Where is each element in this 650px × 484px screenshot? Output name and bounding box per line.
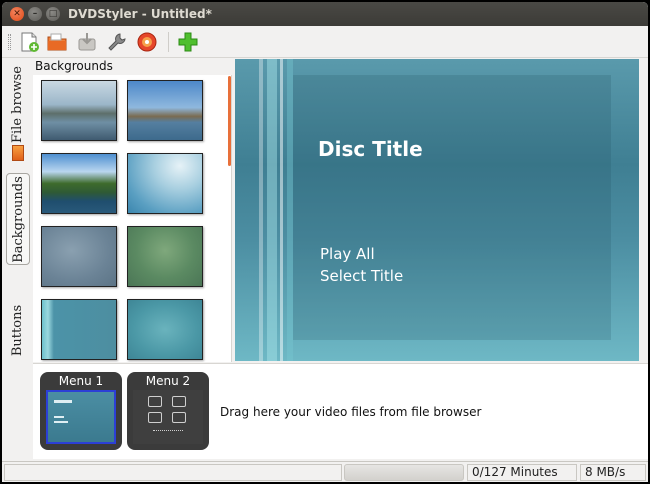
mini-button-mark [148, 412, 162, 423]
background-thumbnail[interactable] [127, 153, 203, 214]
background-thumbnail[interactable] [41, 299, 117, 360]
disc-minutes: 0/127 Minutes [467, 464, 577, 481]
menu-preview-canvas[interactable]: Disc Title Play All Select Title [235, 59, 639, 361]
mini-button-mark [148, 396, 162, 407]
menu-preview-frame [293, 75, 611, 340]
play-all-button[interactable]: Play All [320, 245, 375, 263]
status-message [4, 464, 342, 481]
menu-editor-area: Disc Title Play All Select Title [233, 59, 648, 362]
background-thumbnail[interactable] [41, 226, 117, 287]
disc-usage-progress [344, 464, 464, 481]
wrench-icon [108, 33, 126, 51]
settings-button[interactable] [106, 31, 128, 53]
menu-1-label: Menu 1 [58, 374, 104, 388]
close-window-button[interactable]: ✕ [10, 7, 24, 21]
tab-buttons[interactable]: Buttons [6, 295, 30, 365]
open-folder-icon [47, 33, 67, 51]
background-thumbnail[interactable] [41, 80, 117, 141]
menu-thumbnail-2[interactable]: Menu 2 [127, 372, 209, 450]
background-thumbnail[interactable] [127, 80, 203, 141]
mini-nav-mark [153, 430, 183, 434]
mini-title-mark [54, 400, 72, 403]
mini-item-mark [54, 416, 64, 418]
save-button[interactable] [76, 31, 98, 53]
tab-backgrounds[interactable]: Backgrounds [6, 173, 30, 265]
open-file-button[interactable] [46, 31, 68, 53]
toolbar-grip [8, 34, 11, 50]
menu-1-preview [46, 390, 116, 444]
title-bar: ✕ – □ DVDStyler - Untitled* [2, 2, 648, 26]
new-file-icon [21, 32, 39, 52]
tab-backgrounds-label: Backgrounds [10, 175, 26, 263]
file-browse-folder-icon [12, 145, 24, 161]
menus-strip: Menu 1 Menu 2 Drag here your video files… [33, 363, 648, 459]
decorative-stripe [267, 59, 277, 361]
new-file-button[interactable] [18, 31, 40, 53]
sidebar-tabs: File browse Backgrounds Buttons [2, 59, 32, 459]
tab-file-browse-label: File browse [10, 65, 26, 143]
mini-button-mark [172, 412, 186, 423]
decorative-stripe [287, 59, 293, 361]
mini-item-mark [54, 421, 68, 423]
background-thumbnail[interactable] [41, 153, 117, 214]
app-window: ✕ – □ DVDStyler - Untitled* File browse … [2, 2, 648, 482]
menu-2-preview [133, 390, 203, 444]
decorative-stripe [259, 59, 263, 361]
select-title-button[interactable]: Select Title [320, 267, 403, 285]
backgrounds-panel-title: Backgrounds [33, 59, 232, 75]
menu-2-label: Menu 2 [145, 374, 191, 388]
maximize-window-button[interactable]: □ [46, 7, 60, 21]
disc-title-text[interactable]: Disc Title [318, 137, 423, 161]
status-bar: 0/127 Minutes 8 MB/s [2, 461, 648, 482]
backgrounds-panel: Backgrounds [33, 59, 232, 362]
burn-dvd-button[interactable] [136, 31, 158, 53]
add-file-button[interactable] [177, 31, 199, 53]
menu-thumbnail-1[interactable]: Menu 1 [40, 372, 122, 450]
toolbar [2, 26, 648, 58]
window-title: DVDStyler - Untitled* [68, 7, 212, 21]
backgrounds-grid [33, 76, 228, 362]
tab-buttons-label: Buttons [10, 304, 26, 356]
toolbar-separator [168, 32, 169, 52]
background-thumbnail[interactable] [127, 226, 203, 287]
background-thumbnail[interactable] [127, 299, 203, 360]
tab-file-browse[interactable]: File browse [6, 63, 30, 145]
backgrounds-scroll-indicator[interactable] [228, 76, 231, 166]
save-icon [78, 33, 96, 51]
decorative-stripe [280, 59, 283, 361]
add-icon [178, 32, 198, 52]
drag-hint-text: Drag here your video files from file bro… [220, 405, 482, 419]
mini-button-mark [172, 396, 186, 407]
transfer-rate: 8 MB/s [580, 464, 646, 481]
burn-disc-icon [137, 32, 157, 52]
minimize-window-button[interactable]: – [28, 7, 42, 21]
